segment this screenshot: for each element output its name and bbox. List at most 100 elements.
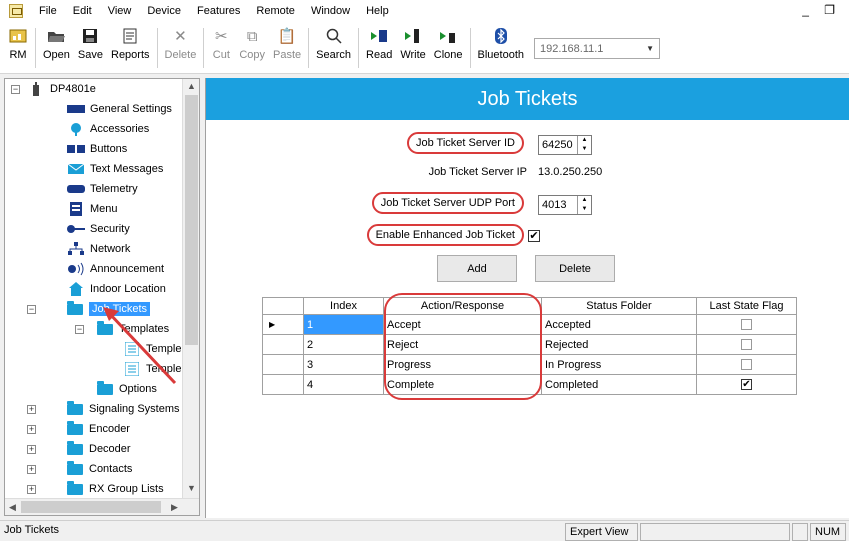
menu-window[interactable]: Window — [303, 0, 358, 22]
tree-item-indoor-location[interactable]: Indoor Location — [67, 279, 166, 299]
tree-item-network[interactable]: Network — [67, 239, 130, 259]
tree-item-general-settings[interactable]: General Settings — [67, 99, 172, 119]
menu-bar: File Edit View Device Features Remote Wi… — [0, 0, 849, 22]
tree-item-contacts[interactable]: Contacts — [67, 459, 132, 479]
tree-item-encoder[interactable]: Encoder — [67, 419, 130, 439]
tree-root[interactable]: DP4801e — [27, 79, 96, 99]
column-header-action[interactable]: Action/Response — [383, 297, 542, 315]
cut-button[interactable]: ✂ Cut — [207, 22, 235, 72]
table-row[interactable]: ▶ 1 Accept Accepted — [262, 314, 797, 335]
last-state-flag-checkbox[interactable] — [741, 339, 752, 351]
scroll-left-icon[interactable]: ◀ — [9, 502, 16, 513]
collapse-templates-toggle[interactable]: − — [75, 325, 84, 334]
cell-index[interactable]: 4 — [303, 374, 384, 395]
menu-features[interactable]: Features — [189, 0, 248, 22]
rm-button[interactable]: RM — [4, 22, 32, 72]
cell-action[interactable]: Reject — [383, 334, 542, 355]
udp-port-stepper[interactable]: 4013 ▲ ▼ — [538, 195, 592, 215]
table-row[interactable]: 3 Progress In Progress — [262, 354, 797, 375]
cell-index[interactable]: 3 — [303, 354, 384, 375]
tree-item-menu[interactable]: Menu — [67, 199, 118, 219]
tree-horizontal-scrollbar[interactable]: ◀ ▶ — [5, 498, 199, 515]
delete-ticket-button[interactable]: Delete — [535, 255, 615, 282]
expand-signaling-toggle[interactable]: + — [27, 405, 36, 414]
bluetooth-button[interactable]: Bluetooth — [474, 22, 528, 72]
tree-item-accessories[interactable]: Accessories — [67, 119, 149, 139]
column-header-index[interactable]: Index — [303, 297, 384, 315]
clone-button[interactable]: Clone — [430, 22, 467, 72]
delete-button[interactable]: ✕ Delete — [161, 22, 201, 72]
cell-flag[interactable]: ✔ — [696, 374, 797, 395]
cell-status[interactable]: Completed — [541, 374, 697, 395]
enhanced-ticket-checkbox[interactable]: ✔ — [528, 230, 540, 242]
udp-port-value[interactable]: 4013 — [539, 199, 577, 211]
cell-flag[interactable] — [696, 314, 797, 335]
cell-status[interactable]: Accepted — [541, 314, 697, 335]
stepper-arrows-icon[interactable]: ▲ ▼ — [577, 136, 591, 154]
cell-flag[interactable] — [696, 354, 797, 375]
add-button[interactable]: Add — [437, 255, 517, 282]
tree-item-text-messages[interactable]: Text Messages — [67, 159, 163, 179]
menu-edit[interactable]: Edit — [65, 0, 100, 22]
scroll-down-icon[interactable]: ▼ — [187, 483, 196, 493]
expand-decoder-toggle[interactable]: + — [27, 445, 36, 454]
server-id-value[interactable]: 64250 — [539, 139, 577, 151]
tree-hscroll-thumb[interactable] — [21, 501, 161, 513]
window-controls[interactable]: _ ❐ — [802, 3, 841, 17]
folder-icon — [67, 300, 83, 315]
tree-scroll-thumb[interactable] — [185, 95, 198, 345]
cell-status[interactable]: Rejected — [541, 334, 697, 355]
expand-encoder-toggle[interactable]: + — [27, 425, 36, 434]
tree-item-rx-group-lists[interactable]: RX Group Lists — [67, 479, 164, 499]
table-row[interactable]: 2 Reject Rejected — [262, 334, 797, 355]
cell-status[interactable]: In Progress — [541, 354, 697, 375]
status-text: Job Tickets — [4, 524, 60, 536]
tree-item-decoder[interactable]: Decoder — [67, 439, 131, 459]
paste-button[interactable]: 📋 Paste — [269, 22, 305, 72]
expand-contacts-toggle[interactable]: + — [27, 465, 36, 474]
cell-index[interactable]: 2 — [303, 334, 384, 355]
menu-help[interactable]: Help — [358, 0, 397, 22]
toolbar-separator — [35, 28, 36, 68]
cell-action[interactable]: Progress — [383, 354, 542, 375]
tree-item-telemetry[interactable]: Telemetry — [67, 179, 138, 199]
column-header-status[interactable]: Status Folder — [541, 297, 697, 315]
server-id-stepper[interactable]: 64250 ▲ ▼ — [538, 135, 592, 155]
cell-index[interactable]: 1 — [303, 314, 384, 335]
write-button[interactable]: Write — [396, 22, 429, 72]
device-address-dropdown[interactable]: 192.168.11.1 ▼ — [534, 38, 661, 59]
stepper-arrows-icon[interactable]: ▲ ▼ — [577, 196, 591, 214]
job-ticket-table: Index Action/Response Status Folder Last… — [262, 297, 797, 395]
reports-button[interactable]: Reports — [107, 22, 154, 72]
collapse-job-tickets-toggle[interactable]: − — [27, 305, 36, 314]
search-button[interactable]: Search — [312, 22, 355, 72]
tree-item-security[interactable]: Security — [67, 219, 130, 239]
tree-item-buttons[interactable]: Buttons — [67, 139, 127, 159]
cell-action[interactable]: Accept — [383, 314, 542, 335]
toolbar-separator — [203, 28, 205, 68]
tree-item-signaling-systems[interactable]: Signaling Systems — [67, 399, 180, 419]
last-state-flag-checkbox[interactable] — [741, 359, 752, 371]
tree-vertical-scrollbar[interactable]: ▲ ▼ — [182, 79, 199, 499]
last-state-flag-checkbox[interactable] — [741, 319, 752, 331]
collapse-root-toggle[interactable]: − — [11, 85, 20, 94]
menu-device[interactable]: Device — [139, 0, 189, 22]
last-state-flag-checkbox[interactable]: ✔ — [741, 379, 752, 391]
column-header-flag[interactable]: Last State Flag — [696, 297, 797, 315]
copy-button[interactable]: ⧉ Copy — [235, 22, 269, 72]
toolbar: RM Open Save Reports ✕ Delete ✂ Cut ⧉ Co… — [0, 22, 849, 74]
table-row[interactable]: 4 Complete Completed ✔ — [262, 374, 797, 395]
menu-remote[interactable]: Remote — [248, 0, 303, 22]
scroll-right-icon[interactable]: ▶ — [171, 502, 178, 513]
copy-icon: ⧉ — [246, 27, 258, 45]
expand-rx-group-toggle[interactable]: + — [27, 485, 36, 494]
tree-item-announcement[interactable]: Announcement — [67, 259, 164, 279]
menu-file[interactable]: File — [31, 0, 65, 22]
read-button[interactable]: Read — [362, 22, 396, 72]
scroll-up-icon[interactable]: ▲ — [187, 81, 196, 91]
menu-view[interactable]: View — [100, 0, 140, 22]
cell-action[interactable]: Complete — [383, 374, 542, 395]
save-button[interactable]: Save — [74, 22, 107, 72]
cell-flag[interactable] — [696, 334, 797, 355]
open-button[interactable]: Open — [39, 22, 74, 72]
